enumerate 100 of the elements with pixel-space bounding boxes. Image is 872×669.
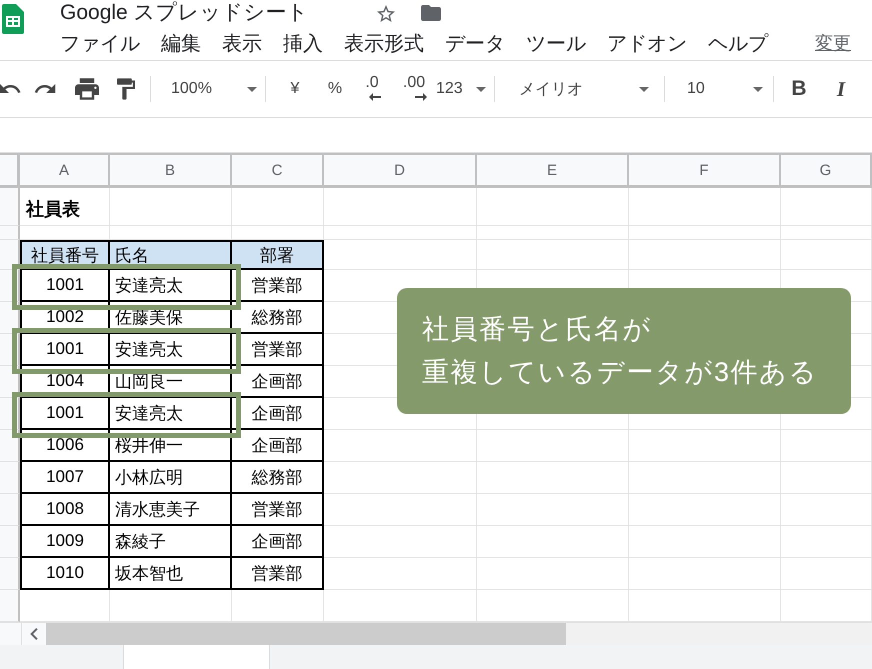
- undo-icon[interactable]: [0, 84, 22, 94]
- table-cell[interactable]: 総務部: [232, 302, 324, 334]
- currency-button[interactable]: ¥: [284, 74, 306, 104]
- empty-cell[interactable]: [781, 558, 872, 590]
- empty-cell[interactable]: [477, 430, 629, 462]
- empty-cell[interactable]: [781, 590, 872, 622]
- empty-cell[interactable]: [629, 188, 781, 226]
- empty-cell[interactable]: [324, 430, 477, 462]
- empty-cell[interactable]: [781, 494, 872, 526]
- table-cell[interactable]: 企画部: [232, 526, 324, 558]
- table-cell[interactable]: 佐藤美保: [110, 302, 232, 334]
- menu-item[interactable]: ヘルプ: [708, 30, 768, 56]
- table-cell[interactable]: 1004: [20, 366, 110, 398]
- empty-cell[interactable]: [324, 462, 477, 494]
- sheet-corner[interactable]: [0, 153, 20, 188]
- empty-cell[interactable]: [477, 240, 629, 270]
- row-header[interactable]: [0, 226, 20, 240]
- table-cell[interactable]: 1010: [20, 558, 110, 590]
- empty-cell[interactable]: [781, 462, 872, 494]
- empty-cell[interactable]: [477, 494, 629, 526]
- scrollbar-thumb[interactable]: [46, 623, 566, 645]
- empty-cell[interactable]: [629, 240, 781, 270]
- empty-cell[interactable]: [629, 430, 781, 462]
- column-header[interactable]: F: [629, 153, 781, 188]
- column-header[interactable]: D: [324, 153, 477, 188]
- table-cell[interactable]: 営業部: [232, 558, 324, 590]
- empty-cell[interactable]: [324, 558, 477, 590]
- scroll-left-button[interactable]: [22, 623, 46, 645]
- empty-cell[interactable]: [477, 558, 629, 590]
- empty-cell[interactable]: [477, 590, 629, 622]
- empty-cell[interactable]: [781, 430, 872, 462]
- percent-button[interactable]: %: [324, 74, 346, 104]
- table-cell[interactable]: 安達亮太: [110, 270, 232, 302]
- italic-button[interactable]: I: [831, 74, 851, 104]
- empty-cell[interactable]: [232, 590, 324, 622]
- column-header[interactable]: B: [110, 153, 232, 188]
- redo-icon[interactable]: [34, 84, 56, 94]
- row-header[interactable]: [0, 462, 20, 494]
- empty-cell[interactable]: [629, 494, 781, 526]
- number-format-dropdown[interactable]: 123: [436, 74, 486, 104]
- document-title[interactable]: Google スプレッドシート: [60, 0, 309, 26]
- empty-cell[interactable]: [232, 188, 324, 226]
- table-cell[interactable]: 1007: [20, 462, 110, 494]
- row-header[interactable]: [0, 526, 20, 558]
- table-cell[interactable]: 森綾子: [110, 526, 232, 558]
- empty-cell[interactable]: [324, 526, 477, 558]
- table-cell[interactable]: 総務部: [232, 462, 324, 494]
- table-cell[interactable]: 小林広明: [110, 462, 232, 494]
- table-cell[interactable]: 1001: [20, 270, 110, 302]
- row-header[interactable]: [0, 240, 20, 270]
- menu-item[interactable]: データ: [445, 30, 505, 56]
- empty-cell[interactable]: [629, 558, 781, 590]
- row-header[interactable]: [0, 188, 20, 226]
- row-header[interactable]: [0, 494, 20, 526]
- empty-cell[interactable]: [477, 188, 629, 226]
- font-size-dropdown[interactable]: 10: [687, 74, 763, 104]
- column-header[interactable]: A: [20, 153, 110, 188]
- column-header[interactable]: E: [477, 153, 629, 188]
- table-cell[interactable]: 安達亮太: [110, 334, 232, 366]
- table-cell[interactable]: 桜井伸一: [110, 430, 232, 462]
- empty-cell[interactable]: [324, 226, 477, 240]
- empty-cell[interactable]: [324, 494, 477, 526]
- empty-cell[interactable]: [324, 590, 477, 622]
- menu-item[interactable]: 挿入: [283, 30, 323, 56]
- table-cell[interactable]: 1009: [20, 526, 110, 558]
- table-header-cell[interactable]: 部署: [232, 240, 324, 270]
- table-cell[interactable]: 安達亮太: [110, 398, 232, 430]
- menu-item[interactable]: 表示: [222, 30, 262, 56]
- table-cell[interactable]: 企画部: [232, 398, 324, 430]
- row-header[interactable]: [0, 558, 20, 590]
- bold-button[interactable]: B: [789, 74, 809, 104]
- folder-icon[interactable]: [420, 5, 441, 21]
- table-cell[interactable]: 営業部: [232, 494, 324, 526]
- table-cell[interactable]: 清水恵美子: [110, 494, 232, 526]
- increase-decimal-button[interactable]: .00: [396, 73, 432, 105]
- empty-cell[interactable]: [629, 590, 781, 622]
- decrease-decimal-button[interactable]: .0: [358, 73, 386, 105]
- table-cell[interactable]: 企画部: [232, 366, 324, 398]
- save-status-link[interactable]: 変更: [815, 31, 851, 55]
- table-cell[interactable]: 営業部: [232, 270, 324, 302]
- menu-item[interactable]: ファイル: [60, 30, 140, 56]
- menu-item[interactable]: 表示形式: [344, 30, 424, 56]
- empty-cell[interactable]: [781, 240, 872, 270]
- print-icon[interactable]: [75, 78, 99, 100]
- empty-cell[interactable]: [324, 188, 477, 226]
- empty-cell[interactable]: [477, 526, 629, 558]
- menu-item[interactable]: アドオン: [607, 30, 687, 56]
- empty-cell[interactable]: [110, 188, 232, 226]
- empty-cell[interactable]: [629, 462, 781, 494]
- table-cell[interactable]: 1001: [20, 398, 110, 430]
- table-cell[interactable]: 1008: [20, 494, 110, 526]
- column-header[interactable]: C: [232, 153, 324, 188]
- table-cell[interactable]: 営業部: [232, 334, 324, 366]
- spreadsheet-logo-icon[interactable]: [2, 4, 24, 34]
- menu-item[interactable]: ツール: [526, 30, 586, 56]
- empty-cell[interactable]: [477, 226, 629, 240]
- sheet-tab[interactable]: [123, 645, 270, 669]
- paint-roller-icon[interactable]: [117, 78, 135, 100]
- zoom-dropdown[interactable]: 100%: [171, 74, 257, 104]
- table-cell[interactable]: 坂本智也: [110, 558, 232, 590]
